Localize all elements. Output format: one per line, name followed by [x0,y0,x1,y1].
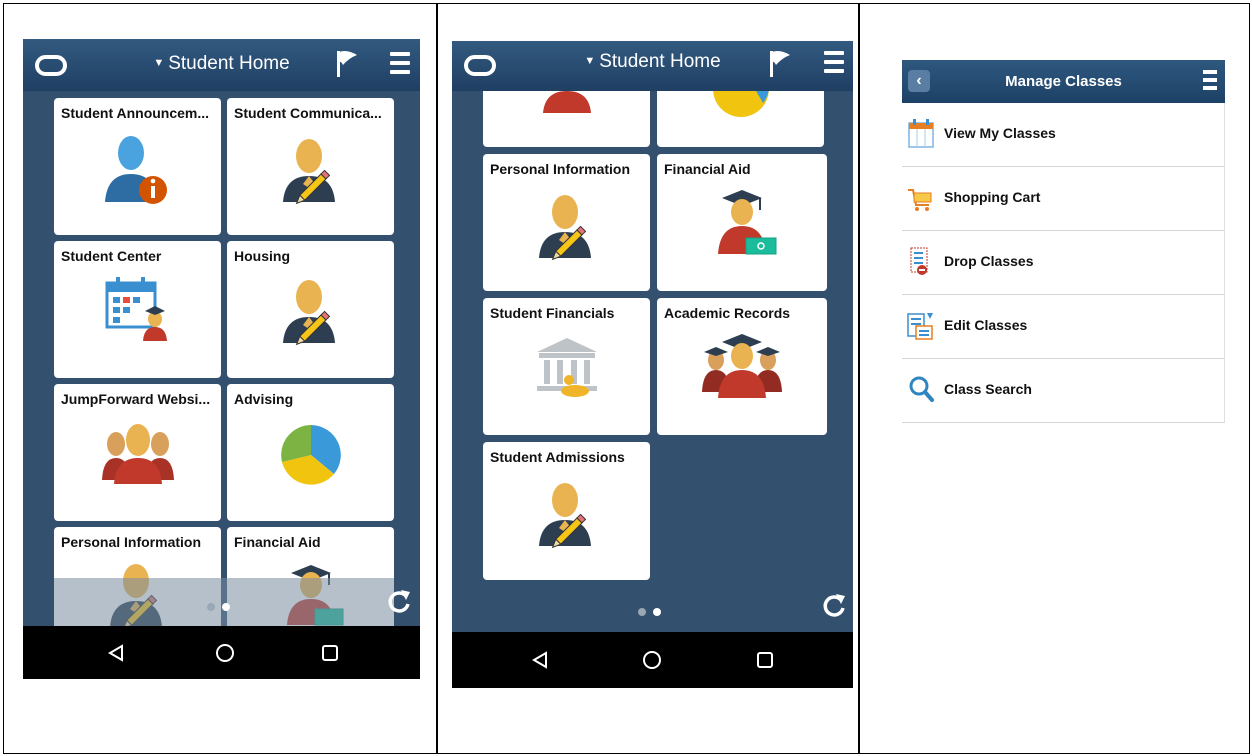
tile-partial-top[interactable] [483,91,650,147]
tile-label: Housing [234,248,290,264]
android-nav-bar [23,626,420,679]
tile-student-financials[interactable]: Student Financials [483,298,650,435]
column-divider [436,3,438,754]
tile-label: Student Financials [490,305,615,321]
menu-item-class-search[interactable]: Class Search [902,359,1225,423]
back-nav-icon[interactable] [532,651,548,669]
person-icon [542,91,591,113]
drop-classes-icon [910,247,928,275]
tile-label: Student Communica... [234,105,382,121]
column-divider [858,3,860,754]
tile-advising[interactable]: Advising [227,384,394,521]
app-header: ▼ Student Home [23,39,420,91]
android-nav-bar [452,632,853,688]
tile-academic-records[interactable]: Academic Records [657,298,827,435]
bank-icon [536,338,597,397]
tile-label: Personal Information [490,161,631,177]
menu-item-shopping-cart[interactable]: Shopping Cart [902,167,1225,231]
menu-item-edit-classes[interactable]: Edit Classes [902,295,1225,359]
manage-classes-header: ‹ Manage Classes [902,60,1225,103]
menu-icon[interactable] [390,52,410,74]
tile-student-communications[interactable]: Student Communica... [227,98,394,235]
menu-item-label: Edit Classes [944,317,1028,333]
person-pencil-icon [282,279,335,348]
recents-nav-icon[interactable] [321,644,339,662]
tile-jumpforward-website[interactable]: JumpForward Websi... [54,384,221,521]
page-dots[interactable] [207,598,237,616]
page-title[interactable]: ▼ Student Home [23,53,420,75]
tile-label: Financial Aid [664,161,751,177]
page-title[interactable]: ▼ Student Home [452,51,853,73]
menu-icon[interactable] [1203,70,1217,92]
menu-item-label: Drop Classes [944,253,1034,269]
page-dots[interactable] [638,603,668,621]
menu-item-label: Class Search [944,381,1032,397]
recents-nav-icon[interactable] [756,651,774,669]
announcement-person-icon [104,136,167,204]
tile-label: Student Center [61,248,162,264]
person-pencil-icon [282,138,335,207]
tile-label: Student Announcem... [61,105,210,121]
group-people-icon [101,424,174,484]
magnifier-icon [909,376,934,402]
graduates-group-icon [702,334,782,398]
tile-student-center[interactable]: Student Center [54,241,221,378]
menu-item-label: View My Classes [944,125,1056,141]
home-nav-icon[interactable] [215,643,235,663]
tile-financial-aid[interactable]: Financial Aid [657,154,827,291]
tile-student-announcements[interactable]: Student Announcem... [54,98,221,235]
edit-classes-icon [907,313,933,340]
graduate-money-icon [718,190,777,255]
tile-label: Advising [234,391,294,407]
calendar-student-icon [105,277,167,341]
pie-chart-icon [712,91,769,117]
tile-personal-information[interactable]: Personal Information [483,154,650,291]
phone-screen-student-home: ▼ Student Home Student Announcem... Stude… [23,39,420,679]
tile-housing[interactable]: Housing [227,241,394,378]
caret-down-icon: ▼ [584,55,596,67]
menu-icon[interactable] [824,51,844,73]
tile-label: Financial Aid [234,534,321,550]
page-title-text: Student Home [599,51,721,72]
tile-label: Academic Records [664,305,791,321]
tile-student-admissions[interactable]: Student Admissions [483,442,650,580]
manage-classes-panel: ‹ Manage Classes View My Classes Shoppin… [902,60,1225,438]
shopping-cart-icon [908,189,932,211]
flag-icon[interactable] [766,49,792,77]
calendar-icon [908,119,934,148]
app-header: ▼ Student Home [452,41,853,91]
manage-classes-title: Manage Classes [1005,73,1122,90]
phone-screen-student-home-page2: ▼ Student Home Personal Information Finan… [452,41,853,688]
caret-down-icon: ▼ [153,57,165,69]
page-title-text: Student Home [168,53,290,74]
home-nav-icon[interactable] [642,650,662,670]
menu-item-drop-classes[interactable]: Drop Classes [902,231,1225,295]
back-nav-icon[interactable] [108,643,124,662]
refresh-icon[interactable] [822,592,846,618]
tile-label: Student Admissions [490,449,625,465]
person-pencil-icon [538,482,591,551]
refresh-icon[interactable] [387,588,411,614]
pie-chart-icon [280,425,341,485]
tile-label: JumpForward Websi... [61,391,211,407]
person-pencil-icon [538,194,591,263]
tile-label: Personal Information [61,534,202,550]
menu-item-view-my-classes[interactable]: View My Classes [902,103,1225,167]
flag-icon[interactable] [333,49,359,77]
tile-partial-top[interactable] [657,91,824,147]
menu-item-label: Shopping Cart [944,189,1041,205]
